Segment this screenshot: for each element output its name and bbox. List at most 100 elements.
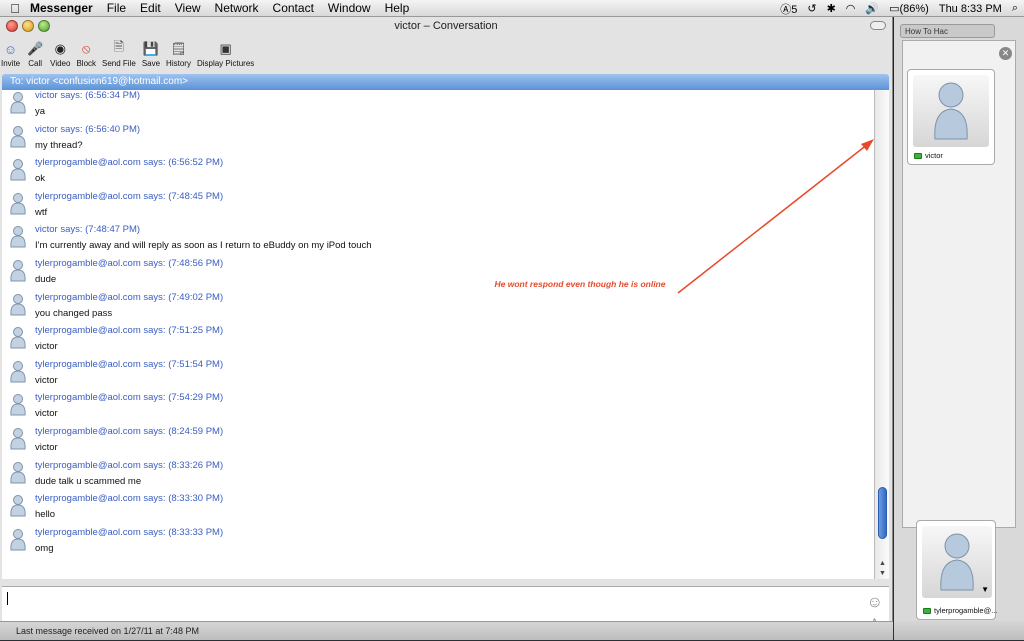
emoticon-picker-icon[interactable]: ☺	[867, 594, 883, 612]
message-row: tylerprogamble@aol.com says: (7:48:45 PM…	[2, 191, 874, 225]
message-sender: tylerprogamble@aol.com says: (7:51:25 PM…	[35, 325, 224, 337]
message-text: victor	[35, 341, 58, 353]
message-row: tylerprogamble@aol.com says: (7:51:54 PM…	[2, 359, 874, 393]
time-machine-icon[interactable]: ↺	[807, 2, 816, 15]
conversation-window: victor – Conversation ☺ Invite 🎤 Call ◉ Vid…	[0, 17, 893, 640]
message-text: omg	[35, 542, 54, 554]
sender-avatar-icon	[6, 325, 30, 349]
scroll-down-arrow-icon[interactable]: ▼	[875, 569, 890, 579]
buddy-panel-content: ✕ victor	[902, 40, 1016, 528]
message-text: dude	[35, 273, 57, 285]
block-button[interactable]: ⦸ Block	[76, 40, 96, 68]
battery-percent: (86%)	[899, 3, 929, 15]
toolbar: ☺ Invite 🎤 Call ◉ Video ⦸ Block 🗎 Send File 💾…	[0, 36, 892, 68]
history-button[interactable]: 🗒 History	[166, 40, 191, 68]
message-row: tylerprogamble@aol.com says: (8:33:26 PM…	[2, 460, 874, 494]
close-icon[interactable]: ✕	[999, 47, 1012, 60]
contact-avatar-icon	[934, 82, 968, 140]
message-row: tylerprogamble@aol.com says: (7:48:56 PM…	[2, 258, 874, 292]
sender-avatar-icon	[6, 292, 30, 316]
message-sender: tylerprogamble@aol.com says: (6:56:52 PM…	[35, 157, 224, 169]
menu-edit[interactable]: Edit	[140, 1, 161, 15]
display-pictures-button[interactable]: ▣ Display Pictures	[197, 40, 254, 68]
app-menu[interactable]: Messenger	[30, 1, 93, 15]
sender-avatar-icon	[6, 258, 30, 282]
zoom-window-button[interactable]	[38, 20, 50, 32]
video-button[interactable]: ◉ Video	[50, 40, 70, 68]
menu-network[interactable]: Network	[215, 1, 259, 15]
sender-avatar-icon	[6, 493, 30, 517]
menu-view[interactable]: View	[175, 1, 201, 15]
message-row: tylerprogamble@aol.com says: (8:33:30 PM…	[2, 493, 874, 527]
message-transcript[interactable]: victor says: (6:56:34 PM) ya victor says: …	[2, 90, 874, 579]
adobe-badge: 5	[791, 3, 798, 16]
toolbar-toggle-button[interactable]	[870, 21, 886, 30]
invite-button[interactable]: ☺ Invite	[1, 40, 21, 69]
contact-picture-card[interactable]: victor	[907, 69, 995, 165]
contact-name-row: victor	[914, 151, 943, 160]
send-file-label: Send File	[102, 59, 136, 68]
message-sender: victor says: (6:56:40 PM)	[35, 123, 141, 135]
scroll-up-arrow-icon[interactable]: ▲	[875, 559, 890, 569]
floppy-disk-icon: 💾	[142, 41, 160, 56]
message-sender: tylerprogamble@aol.com says: (8:33:30 PM…	[35, 493, 224, 505]
menu-clock[interactable]: Thu 8:33 PM	[939, 3, 1002, 15]
sender-avatar-icon	[6, 157, 30, 181]
save-button[interactable]: 💾 Save	[142, 40, 160, 68]
invite-label: Invite	[1, 59, 21, 68]
message-text: ya	[35, 106, 46, 117]
menu-window[interactable]: Window	[328, 1, 371, 15]
message-text: victor	[35, 374, 58, 386]
recipient-bar: To: victor <confusion619@hotmail.com>	[2, 74, 889, 90]
battery-icon[interactable]: ▭(86%)	[889, 2, 929, 15]
message-sender: tylerprogamble@aol.com says: (7:48:45 PM…	[35, 190, 224, 202]
block-label: Block	[76, 59, 97, 68]
apple-menu-icon[interactable]: 	[0, 1, 30, 16]
minimize-window-button[interactable]	[22, 20, 34, 32]
save-label: Save	[141, 59, 161, 68]
wifi-icon[interactable]: ◠	[846, 2, 856, 15]
scrollbar-thumb[interactable]	[878, 487, 887, 539]
message-row: victor says: (7:48:47 PM) I'm currently a…	[2, 224, 874, 258]
history-icon: 🗒	[170, 41, 187, 56]
message-text: victor	[35, 441, 58, 453]
menu-extras: Ⓐ5 ↺ ✱ ◠ 🔊 ▭(86%) Thu 8:33 PM ⌕	[780, 0, 1018, 17]
message-sender: tylerprogamble@aol.com says: (7:51:54 PM…	[35, 358, 224, 370]
spotlight-search-icon[interactable]: ⌕	[1012, 2, 1018, 15]
transcript-scrollbar[interactable]: ▲ ▼	[874, 90, 889, 579]
webcam-icon: ◉	[54, 41, 66, 56]
display-pictures-icon: ▣	[219, 41, 232, 56]
window-titlebar[interactable]: victor – Conversation	[0, 17, 892, 36]
message-text: wtf	[35, 206, 48, 218]
call-button[interactable]: 🎤 Call	[26, 40, 44, 68]
sender-avatar-icon	[6, 224, 30, 248]
menu-help[interactable]: Help	[385, 1, 410, 15]
message-text: ok	[35, 173, 46, 185]
sender-avatar-icon	[6, 359, 30, 383]
display-pictures-label: Display Pictures	[196, 59, 255, 68]
volume-icon[interactable]: 🔊	[865, 2, 879, 15]
scrollbar-arrows[interactable]: ▲ ▼	[875, 559, 890, 579]
message-text: I'm currently away and will reply as soo…	[35, 240, 372, 252]
send-file-button[interactable]: 🗎 Send File	[102, 39, 136, 68]
message-row: tylerprogamble@aol.com says: (7:54:29 PM…	[2, 392, 874, 426]
sender-avatar-icon	[6, 426, 30, 450]
chevron-down-icon[interactable]: ▼	[981, 585, 989, 594]
menu-file[interactable]: File	[107, 1, 126, 15]
block-icon: ⦸	[81, 41, 91, 56]
message-text: victor	[35, 408, 58, 420]
self-picture-card[interactable]: ▼ tylerprogamble@...	[916, 520, 997, 620]
sender-avatar-icon	[6, 191, 30, 215]
message-sender: tylerprogamble@aol.com says: (8:33:33 PM…	[35, 526, 224, 538]
menu-contact[interactable]: Contact	[273, 1, 314, 15]
bluetooth-icon[interactable]: ✱	[827, 2, 836, 15]
close-window-button[interactable]	[6, 20, 18, 32]
adobe-updater-icon[interactable]: Ⓐ5	[780, 1, 797, 17]
message-row: tylerprogamble@aol.com says: (8:33:33 PM…	[2, 527, 874, 561]
message-sender: tylerprogamble@aol.com says: (7:48:56 PM…	[35, 257, 224, 269]
message-row: victor says: (6:56:34 PM) ya	[2, 90, 874, 124]
browser-tab[interactable]: How To Hac	[900, 24, 995, 38]
contact-avatar	[913, 75, 989, 147]
menu-bar:  Messenger File Edit View Network Conta…	[0, 0, 1024, 17]
message-row: tylerprogamble@aol.com says: (6:56:52 PM…	[2, 157, 874, 191]
